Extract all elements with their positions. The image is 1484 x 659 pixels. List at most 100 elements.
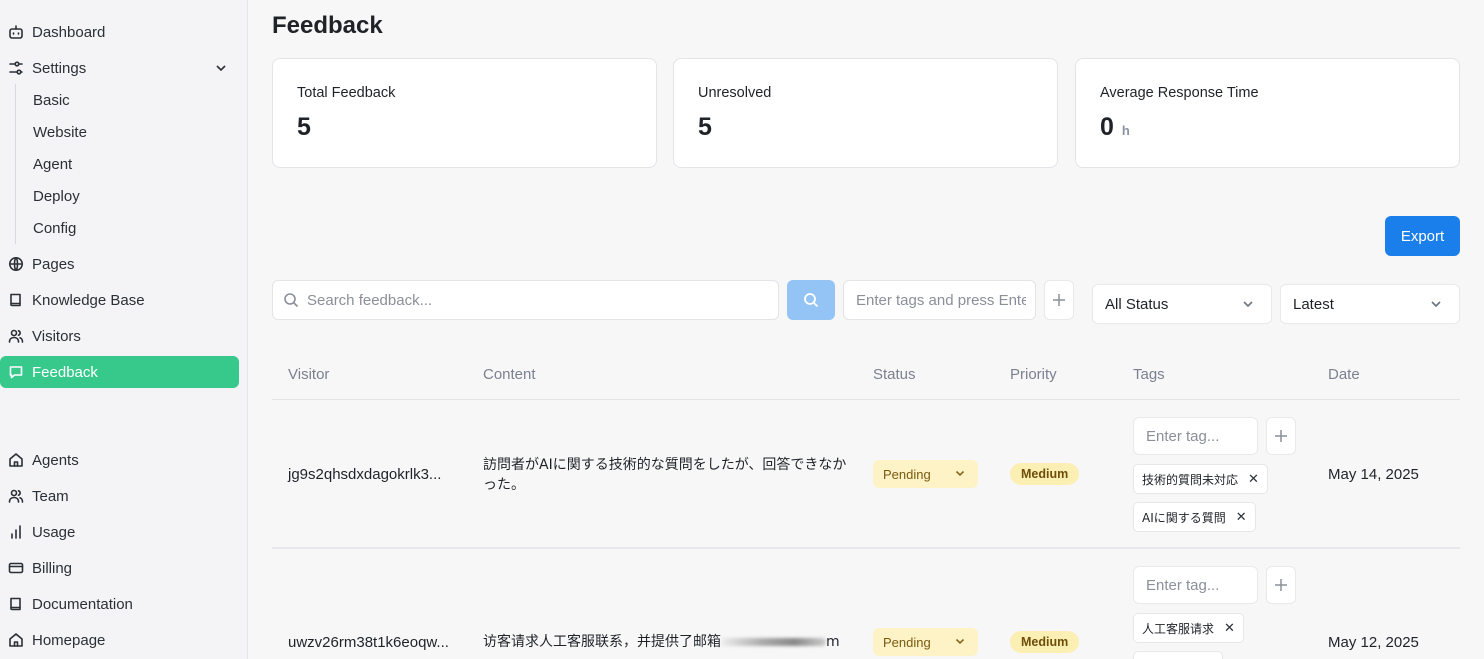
submenu-guide-line <box>15 84 16 244</box>
credit-card-icon <box>8 560 24 576</box>
tag-input[interactable] <box>1146 576 1246 594</box>
nav-label: Settings <box>32 59 87 77</box>
chevron-down-icon[interactable] <box>213 60 229 76</box>
row-divider <box>272 547 1460 549</box>
export-button[interactable]: Export <box>1385 216 1460 256</box>
status-value: Pending <box>883 466 931 482</box>
add-tag-button[interactable] <box>1266 417 1296 455</box>
column-header-content: Content <box>483 366 536 383</box>
nav-billing[interactable]: Billing <box>0 552 239 584</box>
sub-item-website[interactable]: Website <box>33 116 87 148</box>
status-filter-value: All Status <box>1105 295 1169 313</box>
plus-icon <box>1053 294 1065 306</box>
tag-field <box>1133 566 1258 604</box>
visitor-id: jg9s2qhsdxdagokrlk3... <box>288 466 442 483</box>
book-icon <box>8 596 24 612</box>
priority-badge: Medium <box>1010 631 1080 653</box>
tag-chip-label: 技術的質問未対応 <box>1142 472 1239 487</box>
globe-icon <box>8 256 24 272</box>
bar-chart-icon <box>8 524 24 540</box>
redacted-email <box>721 638 826 646</box>
sub-item-basic[interactable]: Basic <box>33 84 70 116</box>
chevron-down-icon <box>954 467 968 481</box>
column-header-tags: Tags <box>1133 366 1165 383</box>
add-tag-filter-button[interactable] <box>1044 280 1074 320</box>
chevron-down-icon <box>1429 297 1445 313</box>
book-icon <box>8 292 24 308</box>
nav-label: Usage <box>32 523 76 541</box>
nav-knowledge-base[interactable]: Knowledge Base <box>0 284 239 316</box>
column-header-priority: Priority <box>1010 366 1057 383</box>
tag-chip: AIに関する質問 ✕ <box>1133 502 1256 532</box>
nav-label: Pages <box>32 255 75 273</box>
nav-label: Homepage <box>32 631 106 649</box>
add-tag-button[interactable] <box>1266 566 1296 604</box>
home-icon <box>8 452 24 468</box>
home-icon <box>8 632 24 648</box>
status-dropdown[interactable]: Pending <box>873 628 978 656</box>
tag-chip: 人工客服请求 ✕ <box>1133 613 1244 643</box>
close-icon[interactable]: ✕ <box>1224 621 1235 636</box>
search-input[interactable] <box>307 291 747 309</box>
nav-feedback[interactable]: Feedback <box>0 356 239 388</box>
search-icon <box>283 292 299 308</box>
nav-team[interactable]: Team <box>0 480 239 512</box>
stat-card-unresolved: Unresolved 5 <box>673 58 1058 168</box>
stat-value-wrap: 0h <box>1100 113 1130 142</box>
content-text-end: m <box>826 634 840 650</box>
plus-icon <box>1275 579 1287 591</box>
nav-visitors[interactable]: Visitors <box>0 320 239 352</box>
priority-badge: Medium <box>1010 463 1080 485</box>
nav-settings[interactable]: Settings <box>0 52 239 84</box>
tag-input[interactable] <box>1146 427 1246 445</box>
stat-value: 0 <box>1100 113 1114 141</box>
stat-unit: h <box>1121 123 1130 138</box>
status-dropdown[interactable]: Pending <box>873 460 978 488</box>
sub-item-config[interactable]: Config <box>33 212 76 244</box>
visitor-id: uwzv26rm38t1k6eoqw... <box>288 634 449 651</box>
sort-value: Latest <box>1293 295 1334 313</box>
sidebar: Dashboard Settings Basic Website Agent D… <box>0 0 248 659</box>
nav-label: Visitors <box>32 327 81 345</box>
tag-filter-input[interactable] <box>856 291 1026 309</box>
status-value: Pending <box>883 634 931 650</box>
tag-chip: 技術的質問未対応 ✕ <box>1133 464 1268 494</box>
nav-agents[interactable]: Agents <box>0 444 239 476</box>
sub-item-agent[interactable]: Agent <box>33 148 72 180</box>
nav-homepage[interactable]: Homepage <box>0 624 239 656</box>
sliders-icon <box>8 60 24 76</box>
stat-label: Average Response Time <box>1100 85 1259 101</box>
content-text: 访客请求人工客服联系，并提供了邮箱 <box>483 634 721 650</box>
search-icon <box>804 293 819 308</box>
nav-usage[interactable]: Usage <box>0 516 239 548</box>
column-header-visitor: Visitor <box>288 366 330 383</box>
nav-dashboard[interactable]: Dashboard <box>0 16 239 48</box>
search-button[interactable] <box>787 280 835 320</box>
feedback-date: May 14, 2025 <box>1328 466 1419 483</box>
feedback-date: May 12, 2025 <box>1328 634 1419 651</box>
nav-label: Agents <box>32 451 79 469</box>
sort-select[interactable]: Latest <box>1280 284 1460 324</box>
nav-documentation[interactable]: Documentation <box>0 588 239 620</box>
nav-pages[interactable]: Pages <box>0 248 239 280</box>
tag-filter-field <box>843 280 1036 320</box>
sub-item-deploy[interactable]: Deploy <box>33 180 80 212</box>
stat-value: 5 <box>698 113 712 141</box>
column-header-status: Status <box>873 366 916 383</box>
header-divider <box>272 399 1460 400</box>
stat-value: 5 <box>297 113 311 141</box>
message-square-icon <box>8 364 24 380</box>
nav-label: Billing <box>32 559 73 577</box>
search-box <box>272 280 779 320</box>
nav-label: Knowledge Base <box>32 291 145 309</box>
stat-label: Total Feedback <box>297 85 396 101</box>
stat-card-response-time: Average Response Time 0h <box>1075 58 1460 168</box>
column-header-date: Date <box>1328 366 1360 383</box>
tag-chip <box>1133 651 1223 659</box>
status-filter-select[interactable]: All Status <box>1092 284 1272 324</box>
close-icon[interactable]: ✕ <box>1248 472 1259 487</box>
close-icon[interactable]: ✕ <box>1236 510 1247 525</box>
chevron-down-icon <box>1241 297 1257 313</box>
users-icon <box>8 328 24 344</box>
feedback-content: 訪問者がAIに関する技術的な質問をしたが、回答できなかった。 <box>483 457 847 493</box>
